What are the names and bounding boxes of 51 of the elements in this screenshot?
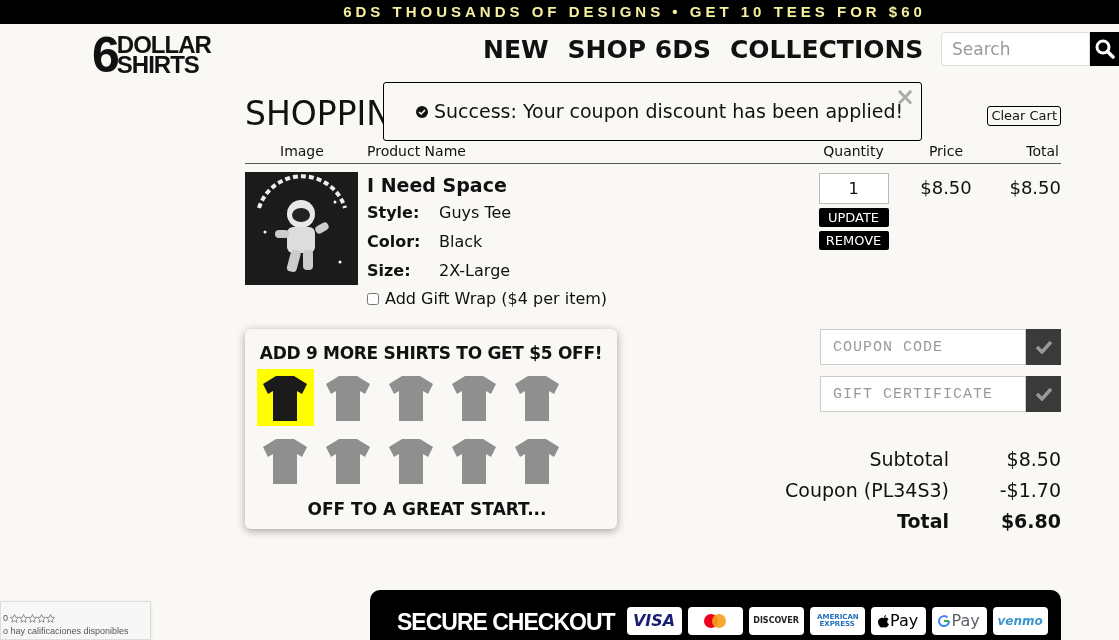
total-value: $6.80 (999, 509, 1061, 534)
column-header: Product Name (367, 142, 467, 161)
price-cell-text: $8.50 (919, 176, 973, 200)
payment-logo: DISCOVER (748, 607, 804, 635)
column-header: Total (1025, 142, 1060, 161)
promo-title: ADD 9 MORE SHIRTS TO GET $5 OFF! (259, 342, 603, 365)
checkmark-icon (1034, 387, 1053, 401)
gift-wrap-label: Add Gift Wrap ($4 per item) (385, 288, 608, 310)
apply-button[interactable] (1026, 376, 1061, 412)
total-value: $8.50 (1005, 447, 1061, 472)
column-header: Price (927, 142, 965, 161)
code-field[interactable]: GIFT CERTIFICATE (820, 376, 1026, 412)
total-label: Coupon (PL34S3) (785, 478, 949, 503)
payment-logo: Pay (931, 607, 987, 635)
payment-logo: VISA (626, 607, 682, 635)
code-field[interactable]: COUPON CODE (820, 329, 1026, 365)
total-value: -$1.70 (998, 478, 1061, 503)
payment-logo: venmo (992, 607, 1048, 635)
product-name: I Need Space (367, 173, 508, 198)
detail-label: Style: (367, 202, 421, 224)
promo-message: OFF TO A GREAT START... (307, 498, 547, 521)
search-field[interactable]: Search (941, 32, 1090, 66)
nav-link[interactable]: SHOP 6DS (567, 37, 711, 62)
total-cell-text: $8.50 (1008, 176, 1061, 200)
payment-logo: Pay (870, 607, 926, 635)
update-button[interactable]: UPDATE (818, 208, 889, 227)
payment-logo (687, 607, 743, 635)
detail-value: Black (439, 231, 483, 253)
gift-wrap-checkbox[interactable] (367, 293, 379, 305)
search-icon (1094, 39, 1115, 59)
promo-text: 6DS THOUSANDS OF DESIGNS • GET 10 TEES FOR $60 (343, 1, 926, 22)
nav-link[interactable]: COLLECTIONS (729, 37, 924, 62)
search-button[interactable] (1090, 32, 1119, 66)
review-count: 0 (3, 612, 8, 625)
detail-value: Guys Tee (439, 202, 512, 224)
checkmark-icon (1034, 340, 1053, 354)
detail-label: Size: (367, 260, 412, 282)
review-text: o hay calificaciones disponibles (3, 625, 130, 638)
check-circle-icon (416, 105, 428, 118)
remove-button[interactable]: REMOVE (818, 231, 889, 250)
clear-cart-button[interactable]: Clear Cart (987, 106, 1061, 126)
checkout-title: SECURE CHECKOUT (397, 608, 615, 637)
nav-link[interactable]: NEW (483, 37, 549, 62)
column-header: Quantity (822, 142, 885, 161)
detail-label: Color: (367, 231, 422, 253)
total-label: Total (897, 509, 949, 534)
quantity-field[interactable]: 1 (818, 173, 889, 204)
detail-value: 2X-Large (439, 260, 511, 282)
column-header: Image (279, 142, 325, 161)
total-label: Subtotal (869, 447, 949, 472)
apply-button[interactable] (1026, 329, 1061, 365)
